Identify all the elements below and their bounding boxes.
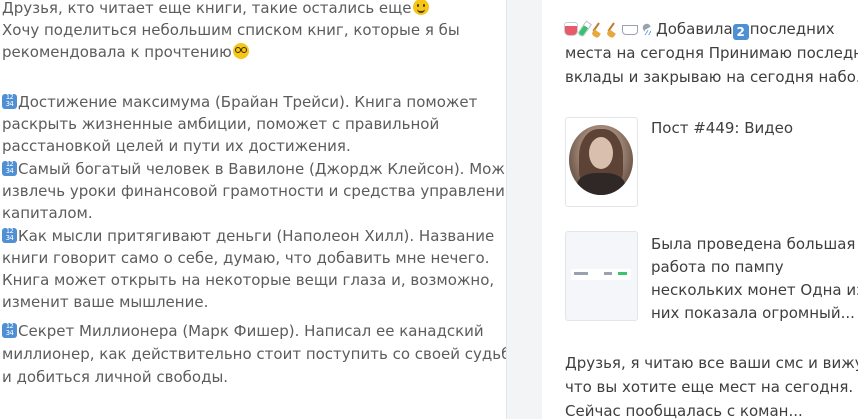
book-text: миллионер, как действительно стоит посту… xyxy=(2,345,506,363)
keycap-2-icon: 2 xyxy=(732,24,749,40)
smiling-face-icon xyxy=(412,0,429,15)
related-post-text: Пост #449: Видео xyxy=(651,119,794,137)
book-item: 12 34 Достижение максимума (Брайан Трейси)… xyxy=(2,91,477,113)
keycap-numbers-icon: 12 34 xyxy=(2,161,17,176)
page: Друзья, кто читает еще книги, такие оста… xyxy=(0,0,858,419)
post-body: Друзья, кто читает еще книги, такие оста… xyxy=(0,0,506,419)
book-text: раскрыть жизненные амбиции, поможет с пр… xyxy=(2,115,440,133)
broom-icon xyxy=(592,23,606,37)
nerd-face-icon xyxy=(232,43,249,59)
book-item: 12 34 Секрет Миллионера (Марк Фишер). Напи… xyxy=(2,320,484,342)
column-divider xyxy=(506,0,543,419)
book-item: 12 34 Как мысли притягивают деньги (Наполе… xyxy=(2,225,494,247)
book-text: Книга может открыть на некоторые вещи гл… xyxy=(2,271,495,289)
post-intro-line: Друзья, кто читает еще книги, такие оста… xyxy=(2,0,429,19)
broom-icon xyxy=(607,23,621,37)
book-text: изменит ваше мышление. xyxy=(2,293,209,311)
screenshot-detail xyxy=(618,272,627,275)
post-intro-text: рекомендовала к прочтению xyxy=(2,43,232,61)
keycap-numbers-icon: 12 34 xyxy=(2,94,17,109)
post-intro-text: Друзья, кто читает еще книги, такие оста… xyxy=(2,0,412,17)
related-post-text: места на сегодня Принимаю последние xyxy=(565,44,858,62)
book-text: Секрет Миллионера (Марк Фишер). Написал … xyxy=(18,322,484,340)
video-thumbnail[interactable] xyxy=(565,117,638,207)
keycap-numbers-icon: 12 34 xyxy=(2,323,17,338)
shower-icon xyxy=(640,23,653,36)
book-item: 12 34 Самый богатый человек в Вавилоне (Дж… xyxy=(2,158,506,180)
related-post-text: что вы хотите еще мест на сегодня. xyxy=(565,378,854,396)
avatar xyxy=(569,125,633,195)
related-post-text: последних xyxy=(749,20,835,38)
related-post-text: Сейчас пообщалась с коман... xyxy=(565,402,803,419)
avatar-face xyxy=(589,137,613,169)
screenshot-detail xyxy=(574,272,588,275)
mug-icon xyxy=(565,23,577,35)
book-text: Достижение максимума (Брайан Трейси). Кн… xyxy=(18,93,478,111)
related-post-text: Была проведена большая xyxy=(651,235,856,253)
avatar-body xyxy=(577,173,625,195)
related-posts-sidebar: Добавила 2 последних места на сегодня Прин… xyxy=(542,0,858,419)
book-text: Самый богатый человек в Вавилоне (Джордж… xyxy=(18,160,506,178)
test-tube-icon xyxy=(577,20,592,38)
related-post-text: нескольких монет Одна из xyxy=(651,281,858,299)
screenshot-detail xyxy=(604,272,612,275)
book-text: извлечь уроки финансовой грамотности и с… xyxy=(2,182,506,200)
related-post-text: вклады и закрываю на сегодня набо... xyxy=(565,68,858,86)
post-intro-line: рекомендовала к прочтению xyxy=(2,41,249,63)
related-post-text: них показала огромный... xyxy=(651,304,855,322)
book-text: расстановкой целей и пути их достижения. xyxy=(2,137,351,155)
related-post-text: Добавила xyxy=(656,20,733,38)
book-text: Как мысли притягивают деньги (Наполеон Х… xyxy=(18,227,495,245)
book-text: капиталом. xyxy=(2,204,93,222)
post-intro-line: Хочу поделиться небольшим списком книг, … xyxy=(2,21,460,39)
related-post-text: Друзья, я читаю все ваши смс и вижу, xyxy=(565,354,858,372)
related-post-title-line: Добавила 2 последних xyxy=(565,18,835,41)
book-text: книги говорит само о себе, думаю, что до… xyxy=(2,249,490,267)
bathtub-icon xyxy=(622,25,638,35)
related-post-text: работа по пампу xyxy=(651,258,784,276)
book-text: и добиться личной свободы. xyxy=(2,368,229,386)
keycap-numbers-icon: 12 34 xyxy=(2,228,17,243)
screenshot-thumbnail[interactable] xyxy=(565,231,638,321)
